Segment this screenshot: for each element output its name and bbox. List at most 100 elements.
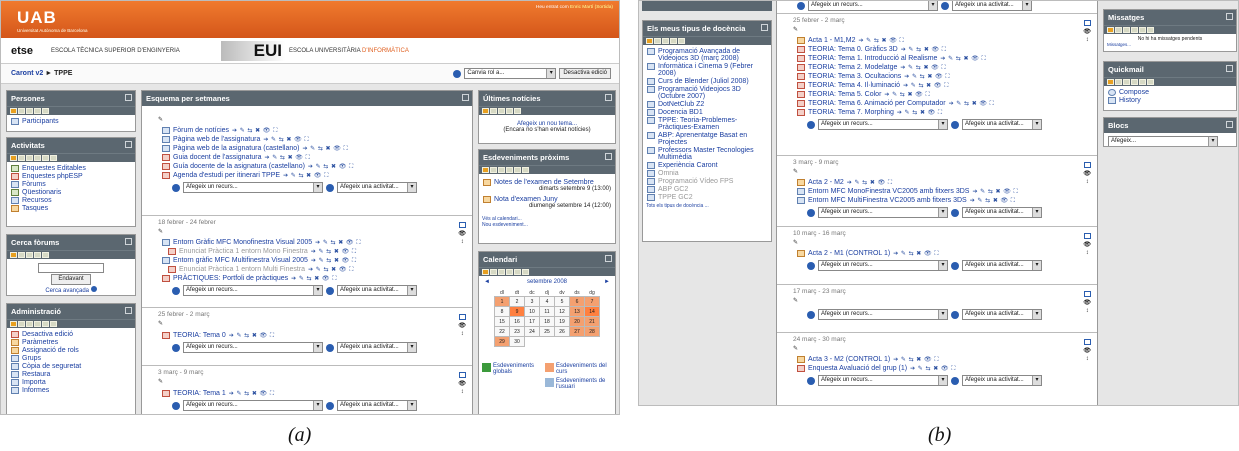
list-item[interactable]: Paràmetres (7, 338, 135, 346)
calendar-day[interactable]: 29 (494, 336, 510, 347)
up-icon[interactable] (1139, 27, 1146, 33)
block-title[interactable]: Administració (7, 304, 135, 319)
activity-edit-icons[interactable]: ➔ ✎ ⇆ ✖ 👁 ⛶ (315, 239, 361, 247)
activity-item[interactable]: Pàgina web de l'assignatura ➔ ✎ ⇆ ✖ 👁 ⛶ (158, 135, 466, 144)
activity-item[interactable]: Entorn Gràfic MFC Monofinestra Visual 20… (158, 238, 466, 247)
activity-edit-icons[interactable]: ➔ ✎ ⇆ ✖ 👁 ⛶ (972, 188, 1018, 196)
event-item[interactable]: Notes de l'examen de Setembre (479, 178, 615, 186)
help-icon[interactable] (807, 310, 815, 319)
activity-item[interactable]: Enquesta Avaluació del grup (1) ➔ ✎ ⇆ ✖ 👁… (793, 364, 1091, 373)
activity-item[interactable]: TEORIA: Tema 0. Gràfics 3D ➔ ✎ ⇆ ✖ 👁 ⛶ (793, 45, 1091, 54)
activity-edit-icons[interactable]: ➔ ✎ ⇆ ✖ 👁 ⛶ (893, 250, 939, 258)
list-item[interactable]: Còpia de seguretat (7, 362, 135, 370)
calendar-day[interactable]: 16 (509, 316, 525, 327)
highlight-icon[interactable] (1083, 291, 1091, 297)
move-icon[interactable] (482, 269, 489, 275)
help-icon[interactable] (807, 376, 815, 385)
calendar-day[interactable]: 20 (569, 316, 585, 327)
help-icon[interactable] (172, 286, 180, 295)
block-title[interactable]: Últimes notícies (479, 91, 615, 106)
next-month-button[interactable]: ► (604, 279, 610, 285)
highlight-icon[interactable] (458, 314, 466, 320)
legend-user[interactable]: Esdeveniments de l'usuari (545, 378, 612, 390)
user-link[interactable]: Enric Martí (570, 5, 593, 10)
help-icon[interactable] (172, 183, 180, 192)
add-resource-select[interactable]: Afegeix un recurs... (808, 1, 938, 11)
activity-item[interactable]: Entorn MFC MultiFinestra VC2005 amb fitx… (793, 196, 1091, 205)
move-icon[interactable]: ↕ (461, 239, 464, 245)
up-icon[interactable] (42, 321, 49, 327)
activity-edit-icons[interactable]: ➔ ✎ ⇆ ✖ 👁 ⛶ (901, 46, 947, 54)
help-icon[interactable] (951, 376, 959, 385)
add-resource-select[interactable]: Afegeix un recurs... (818, 309, 948, 320)
calendar-day[interactable]: 5 (554, 296, 570, 307)
list-item[interactable]: Informes (7, 386, 135, 394)
calendar-day[interactable]: 7 (584, 296, 600, 307)
help-icon[interactable] (951, 261, 959, 270)
list-item-hidden[interactable]: ABP GC2 (643, 185, 771, 193)
down-icon[interactable] (42, 108, 49, 114)
add-resource-select[interactable]: Afegeix un recurs... (183, 400, 323, 411)
calendar-day[interactable]: 10 (524, 306, 540, 317)
activity-item[interactable]: TEORIA: Tema 4. Il·luminació ➔ ✎ ⇆ ✖ 👁 ⛶ (793, 81, 1091, 90)
list-item[interactable]: Restaura (7, 370, 135, 378)
delete-icon[interactable] (1131, 27, 1138, 33)
calendar-day[interactable]: 11 (539, 306, 555, 317)
show-icon[interactable]: 👁 (458, 322, 466, 329)
calendar-day[interactable]: 23 (509, 326, 525, 337)
activity-item[interactable]: Acta 2 - M1 (CONTROL 1) ➔ ✎ ⇆ ✖ 👁 ⛶ (793, 249, 1091, 258)
calendar-day[interactable]: 2 (509, 296, 525, 307)
activity-item[interactable]: Guia docent de l'assignatura ➔ ✎ ⇆ ✖ 👁 ⛶ (158, 153, 466, 162)
calendar-day[interactable]: 26 (554, 326, 570, 337)
list-item[interactable]: TPPE: Teoria-Problemes-Pràctiques-Examen (643, 116, 771, 131)
toggle-edit-button[interactable]: Desactiva edició (559, 68, 611, 79)
roles-icon[interactable] (498, 269, 505, 275)
activity-item[interactable]: PRÀCTIQUES: Portfoli de pràctiques ➔ ✎ ⇆ … (158, 274, 466, 283)
list-item[interactable]: DotNetClub Z2 (643, 100, 771, 108)
delete-icon[interactable] (506, 167, 513, 173)
hide-icon[interactable] (490, 167, 497, 173)
block-title[interactable]: Esdeveniments pròxims (479, 150, 615, 165)
edit-summary-icon[interactable]: ✎ (158, 116, 466, 123)
delete-icon[interactable] (1131, 79, 1138, 85)
show-icon[interactable]: 👁 (1083, 241, 1091, 248)
add-activity-select[interactable]: Afegeix una activitat... (337, 342, 417, 353)
up-icon[interactable] (514, 167, 521, 173)
show-icon[interactable]: 👁 (1083, 28, 1091, 35)
help-icon[interactable] (326, 286, 334, 295)
list-item[interactable]: Informàtica i Cinema 9 (Febrer 2008) (643, 62, 771, 77)
down-icon[interactable] (50, 321, 57, 327)
hide-icon[interactable] (490, 108, 497, 114)
activity-item[interactable]: TEORIA: Tema 5. Color ➔ ✎ ⇆ ✖ 👁 ⛶ (793, 90, 1091, 99)
roles-icon[interactable] (1123, 79, 1130, 85)
list-item[interactable]: Importa (7, 378, 135, 386)
activity-edit-icons[interactable]: ➔ ✎ ⇆ ✖ 👁 ⛶ (884, 91, 930, 99)
calendar-day[interactable]: 28 (584, 326, 600, 337)
list-item-hidden[interactable]: TPPE GC2 (643, 193, 771, 201)
move-icon[interactable] (482, 108, 489, 114)
list-item-hidden[interactable]: Omnia (643, 169, 771, 177)
block-title[interactable]: Persones (7, 91, 135, 106)
activity-item[interactable]: Acta 1 - M1,M2 ➔ ✎ ⇆ ✖ 👁 ⛶ (793, 36, 1091, 45)
edit-summary-icon[interactable]: ✎ (158, 320, 466, 327)
highlight-icon[interactable] (458, 372, 466, 378)
breadcrumb-home[interactable]: Caront v2 (11, 70, 43, 77)
help-icon[interactable] (951, 208, 959, 217)
list-item[interactable]: Docencia BD1 (643, 108, 771, 116)
activity-item-hidden[interactable]: Enunciat Pràctica 1 entorn Multi Finestr… (158, 265, 466, 274)
add-activity-select[interactable]: Afegeix una activitat... (337, 285, 417, 296)
roles-icon[interactable] (26, 321, 33, 327)
move-icon[interactable] (482, 167, 489, 173)
add-resource-select[interactable]: Afegeix un recurs... (183, 342, 323, 353)
activity-edit-icons[interactable]: ➔ ✎ ⇆ ✖ 👁 ⛶ (232, 127, 278, 135)
uab-logo[interactable]: UAB (17, 8, 57, 28)
calendar-day[interactable]: 1 (494, 296, 510, 307)
list-item[interactable]: Participants (7, 117, 135, 125)
show-icon[interactable]: 👁 (1083, 347, 1091, 354)
activity-item[interactable]: Fòrum de notícies ➔ ✎ ⇆ ✖ 👁 ⛶ (158, 126, 466, 135)
activity-item[interactable]: TEORIA: Tema 2. Modelatge ➔ ✎ ⇆ ✖ 👁 ⛶ (793, 63, 1091, 72)
activity-item[interactable]: TEORIA: Tema 1. Introducció al Realisme ➔… (793, 54, 1091, 63)
activity-edit-icons[interactable]: ➔ ✎ ⇆ ✖ 👁 ⛶ (229, 390, 275, 398)
move-icon[interactable]: ↕ (1086, 356, 1089, 362)
activity-edit-icons[interactable]: ➔ ✎ ⇆ ✖ 👁 ⛶ (903, 82, 949, 90)
